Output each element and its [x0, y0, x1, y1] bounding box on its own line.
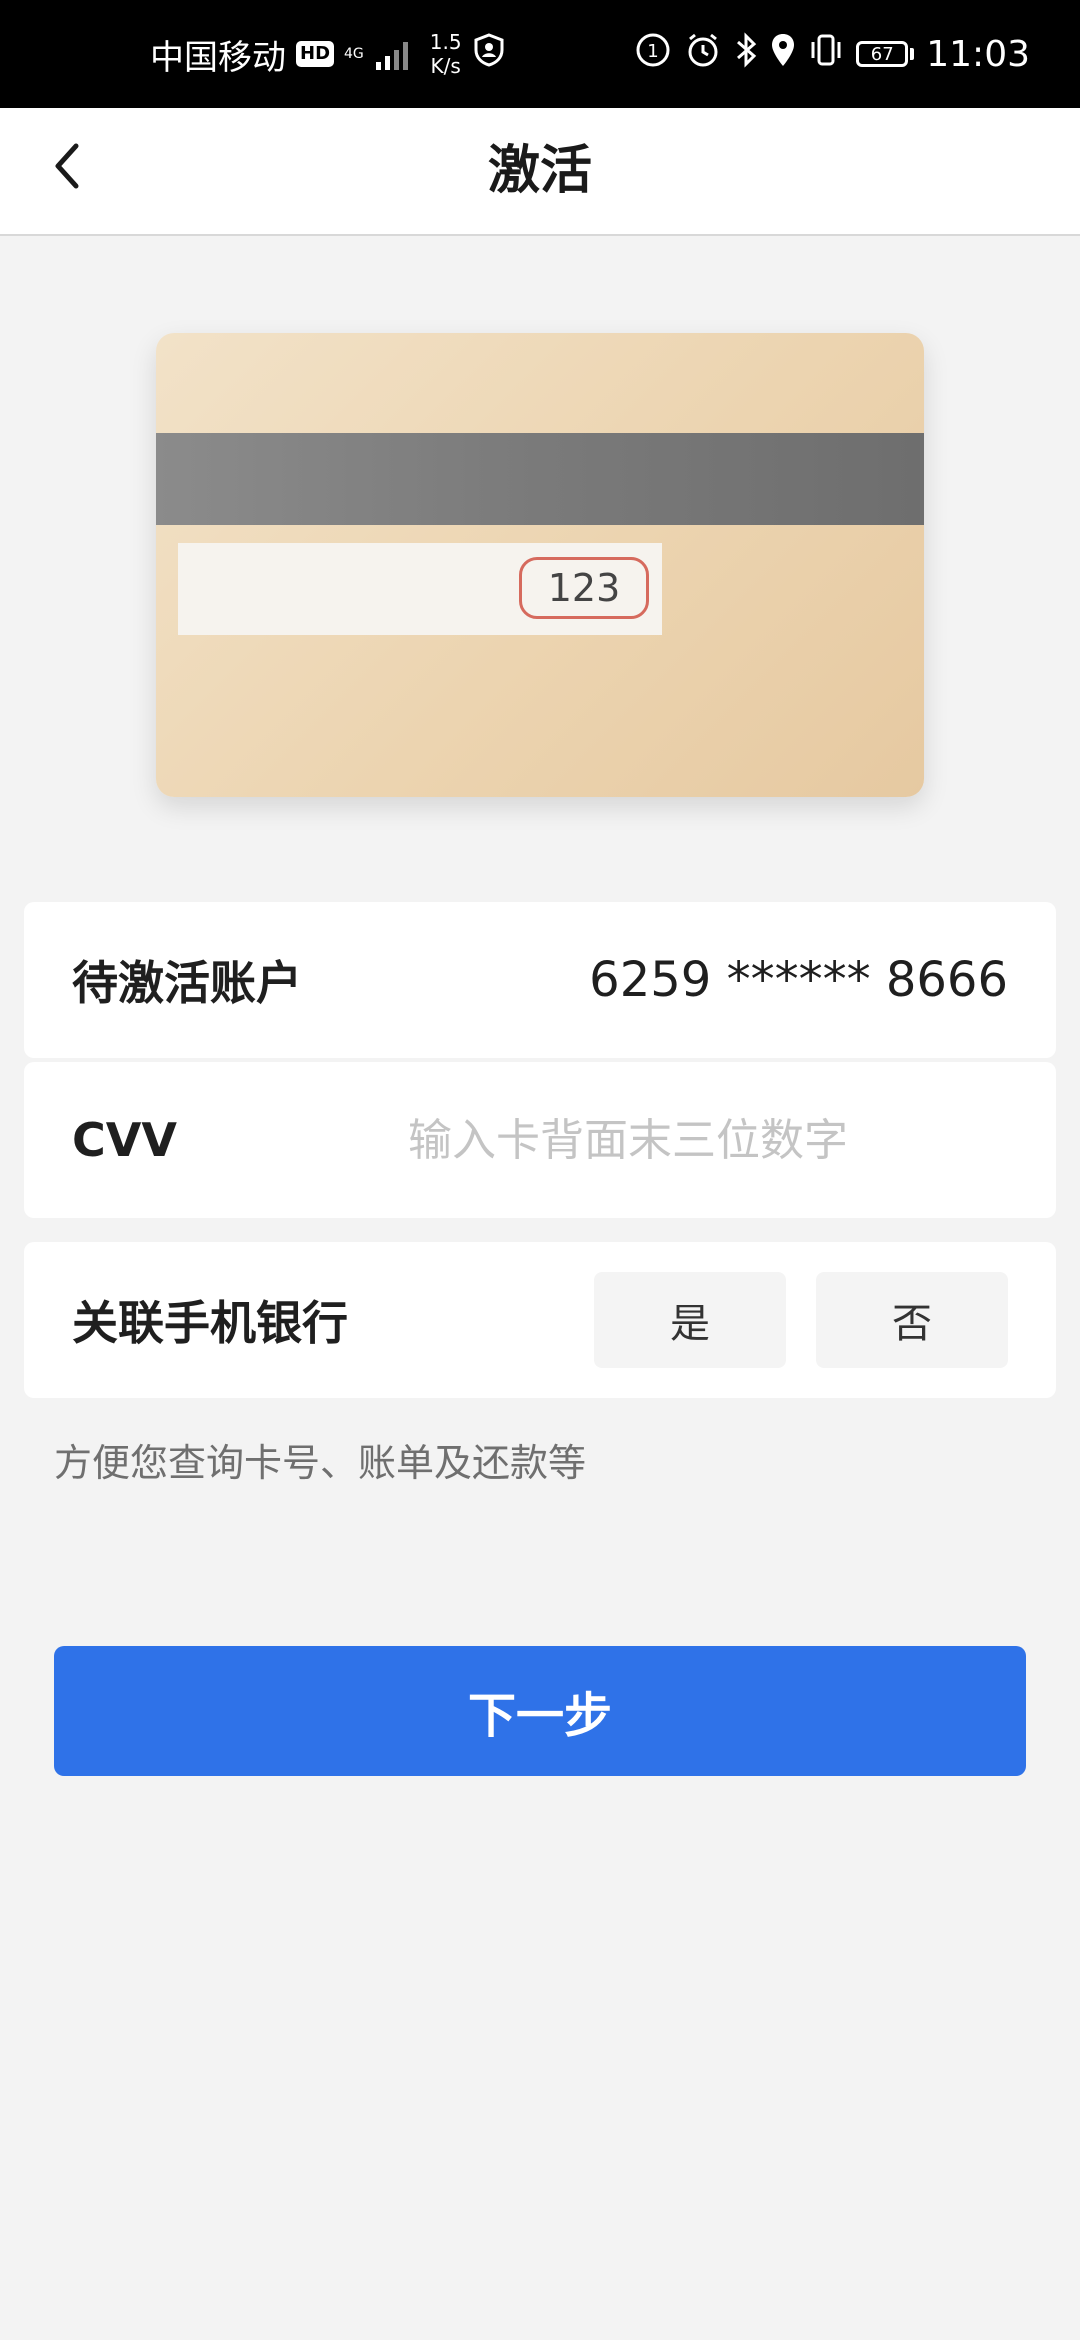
data-saver-icon: 1: [634, 31, 672, 78]
cvv-sample-highlight: 123: [519, 557, 649, 619]
app-header: 激活: [0, 108, 1080, 236]
alarm-icon: [684, 31, 722, 78]
battery-level: 67: [856, 41, 909, 67]
location-icon: [770, 32, 796, 77]
status-bar-right: 1 67 11:03: [634, 0, 1030, 108]
cvv-input[interactable]: [408, 1062, 968, 1218]
battery-tip: [910, 48, 915, 60]
network-speed-unit: K/s: [430, 54, 461, 78]
link-mobile-banking-label: 关联手机银行: [72, 1296, 348, 1350]
account-value: 6259 ****** 8666: [589, 952, 1008, 1008]
next-button[interactable]: 下一步: [54, 1646, 1026, 1776]
link-no-button[interactable]: 否: [816, 1272, 1008, 1368]
svg-text:1: 1: [648, 41, 659, 62]
network-type-label: 4G: [344, 46, 364, 62]
network-type: 4G: [344, 47, 364, 61]
link-mobile-banking-row: 关联手机银行 是 否: [24, 1242, 1056, 1398]
clock-time: 11:03: [926, 33, 1030, 75]
network-speed: 1.5 K/s: [430, 30, 462, 78]
magnetic-stripe: [156, 433, 924, 525]
privacy-shield-icon: [472, 32, 506, 76]
hd-badge: HD: [296, 41, 335, 67]
status-bar-left: 中国移动 HD 4G 1.5 K/s: [150, 0, 506, 108]
account-row: 待激活账户 6259 ****** 8666: [24, 902, 1056, 1058]
account-label: 待激活账户: [72, 956, 302, 1010]
link-yes-button[interactable]: 是: [594, 1272, 786, 1368]
cvv-label: CVV: [72, 1113, 177, 1167]
cvv-row: CVV: [24, 1062, 1056, 1218]
card-back-illustration: 123: [156, 333, 924, 797]
hint-text: 方便您查询卡号、账单及还款等: [54, 1441, 587, 1485]
signal-icon: [374, 38, 414, 70]
status-bar: 中国移动 HD 4G 1.5 K/s 1 67 11:03: [0, 0, 1080, 108]
battery-icon: 67: [856, 41, 915, 67]
carrier-name: 中国移动: [150, 37, 286, 78]
bluetooth-icon: [734, 31, 758, 78]
vibrate-icon: [808, 32, 844, 77]
network-speed-value: 1.5: [429, 30, 462, 54]
page-title: 激活: [487, 141, 592, 201]
